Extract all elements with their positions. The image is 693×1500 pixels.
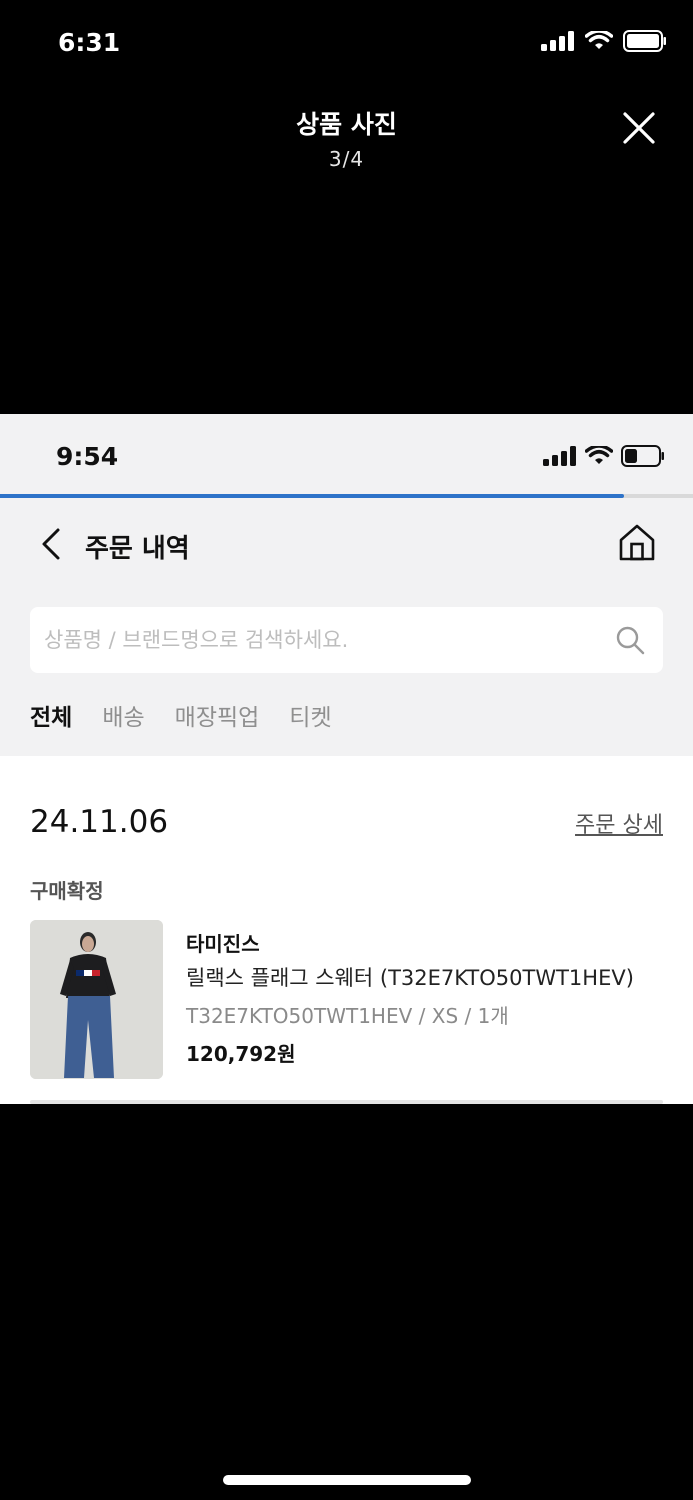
product-price: 120,792원 [186,1042,296,1066]
inner-status-icons [543,445,665,467]
outer-status-time: 6:31 [58,28,121,57]
viewer-title: 상품 사진 [296,110,397,139]
order-detail-link[interactable]: 주문 상세 [575,807,663,839]
order-status-label: 구매확정 [30,879,104,903]
wifi-icon [585,446,613,464]
card-divider [30,1100,663,1104]
home-icon[interactable] [617,522,657,562]
back-arrow-icon[interactable] [38,526,66,562]
tab-delivery[interactable]: 배송 [102,698,144,732]
product-brand: 타미진스 [186,932,260,956]
outer-status-bar: 6:31 [0,0,693,86]
signal-icon [543,446,576,466]
product-thumbnail[interactable] [30,920,163,1079]
tab-store-pickup[interactable]: 매장픽업 [175,698,260,732]
search-box [30,607,663,673]
page-header: 주문 내역 [0,510,693,580]
product-info: 타미진스 릴랙스 플래그 스웨터 (T32E7KTO50TWT1HEV) T32… [186,928,666,1067]
search-input[interactable] [44,607,604,673]
signal-icon [541,31,574,51]
outer-status-icons [541,30,667,52]
battery-icon [623,30,666,52]
order-card: 24.11.06 주문 상세 구매확정 타미진스 릴랙스 플래그 스웨터 (T3… [0,756,693,1104]
tab-ticket[interactable]: 티켓 [289,698,331,732]
loading-progress-bar [0,494,693,498]
page-title: 주문 내역 [85,534,190,564]
wifi-icon [585,31,613,49]
home-indicator[interactable] [223,1475,471,1485]
loading-progress-fill [0,494,624,498]
order-type-tabs: 전체 배송 매장픽업 티켓 [30,698,332,732]
close-icon[interactable] [621,110,657,146]
search-icon[interactable] [615,625,645,655]
model-photo-icon [30,920,163,1079]
product-photo[interactable]: 9:54 주문 내역 상품명 / 브랜드명으로 검색하세요. 전체 배송 매장픽… [0,414,693,1104]
tab-all[interactable]: 전체 [30,698,72,732]
battery-icon [621,445,664,467]
inner-status-bar: 9:54 [0,414,693,494]
inner-status-time: 9:54 [56,442,119,471]
order-date: 24.11.06 [30,804,169,840]
product-name[interactable]: 릴랙스 플래그 스웨터 (T32E7KTO50TWT1HEV) [186,962,666,1000]
product-option: T32E7KTO50TWT1HEV / XS / 1개 [186,1004,509,1028]
photo-counter: 3/4 [328,147,365,171]
photo-viewer-header: 상품 사진 3/4 [0,100,693,180]
